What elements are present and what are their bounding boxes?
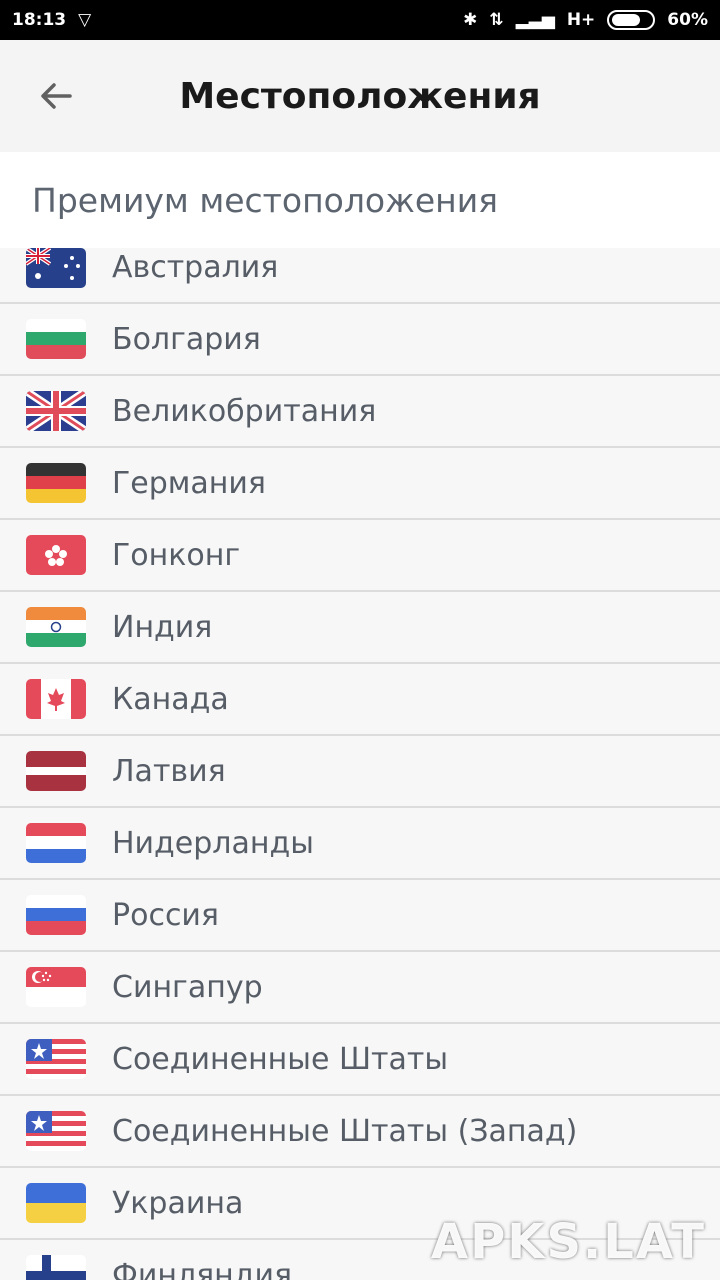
vpn-icon: ▽ [78, 10, 92, 30]
country-name: Нидерланды [112, 825, 314, 861]
country-row[interactable]: Индия [0, 592, 720, 664]
bulgaria-flag-icon [26, 319, 86, 359]
watermark: APKS.LAT [430, 1214, 706, 1270]
ukraine-flag-icon [26, 1183, 86, 1223]
page-title: Местоположения [179, 75, 541, 117]
country-list: Австралия Болгария Великобритания Германия Г… [0, 248, 720, 1280]
country-name: Канада [112, 681, 229, 717]
usa-flag-icon [26, 1111, 86, 1151]
data-icon: ⇅ [489, 10, 504, 30]
country-row[interactable]: Гонконг [0, 520, 720, 592]
country-name: Германия [112, 465, 266, 501]
singapore-flag-icon [26, 967, 86, 1007]
india-flag-icon [26, 607, 86, 647]
country-row[interactable]: Россия [0, 880, 720, 952]
canada-flag-icon [26, 679, 86, 719]
country-name: Россия [112, 897, 219, 933]
country-name: Болгария [112, 321, 261, 357]
country-row[interactable]: Австралия [0, 248, 720, 304]
status-bar: 18:13 ▽ ✱ ⇅ ▂▃▅ H+ 60% [0, 0, 720, 40]
country-name: Украина [112, 1185, 244, 1221]
status-right: ✱ ⇅ ▂▃▅ H+ 60% [463, 10, 708, 30]
country-row[interactable]: Сингапур [0, 952, 720, 1024]
country-name: Сингапур [112, 969, 263, 1005]
country-name: Соединенные Штаты [112, 1041, 449, 1077]
country-name: Финляндия [112, 1257, 293, 1280]
latvia-flag-icon [26, 751, 86, 791]
country-row[interactable]: Соединенные Штаты (Запад) [0, 1096, 720, 1168]
section-header: Премиум местоположения [0, 152, 720, 248]
country-name: Латвия [112, 753, 226, 789]
germany-flag-icon [26, 463, 86, 503]
country-row[interactable]: Латвия [0, 736, 720, 808]
netherlands-flag-icon [26, 823, 86, 863]
country-name: Гонконг [112, 537, 241, 573]
country-name: Австралия [112, 250, 279, 285]
country-name: Индия [112, 609, 213, 645]
country-name: Соединенные Штаты (Запад) [112, 1113, 578, 1149]
russia-flag-icon [26, 895, 86, 935]
app-bar: Местоположения [0, 40, 720, 152]
country-row[interactable]: Канада [0, 664, 720, 736]
battery-icon [607, 10, 656, 30]
status-time: 18:13 [12, 10, 67, 30]
country-name: Великобритания [112, 393, 377, 429]
signal-icon: ▂▃▅ [515, 10, 555, 30]
country-row[interactable]: Германия [0, 448, 720, 520]
country-row[interactable]: Соединенные Штаты [0, 1024, 720, 1096]
usa-flag-icon [26, 1039, 86, 1079]
country-row[interactable]: Нидерланды [0, 808, 720, 880]
back-arrow-icon[interactable] [36, 76, 76, 116]
finland-flag-icon [26, 1255, 86, 1280]
network-type: H+ [566, 10, 596, 30]
bluetooth-icon: ✱ [463, 10, 478, 30]
country-row[interactable]: Великобритания [0, 376, 720, 448]
country-row[interactable]: Болгария [0, 304, 720, 376]
uk-flag-icon [26, 391, 86, 431]
hong-kong-flag-icon [26, 535, 86, 575]
australia-flag-icon [26, 248, 86, 288]
battery-percent: 60% [667, 10, 708, 30]
